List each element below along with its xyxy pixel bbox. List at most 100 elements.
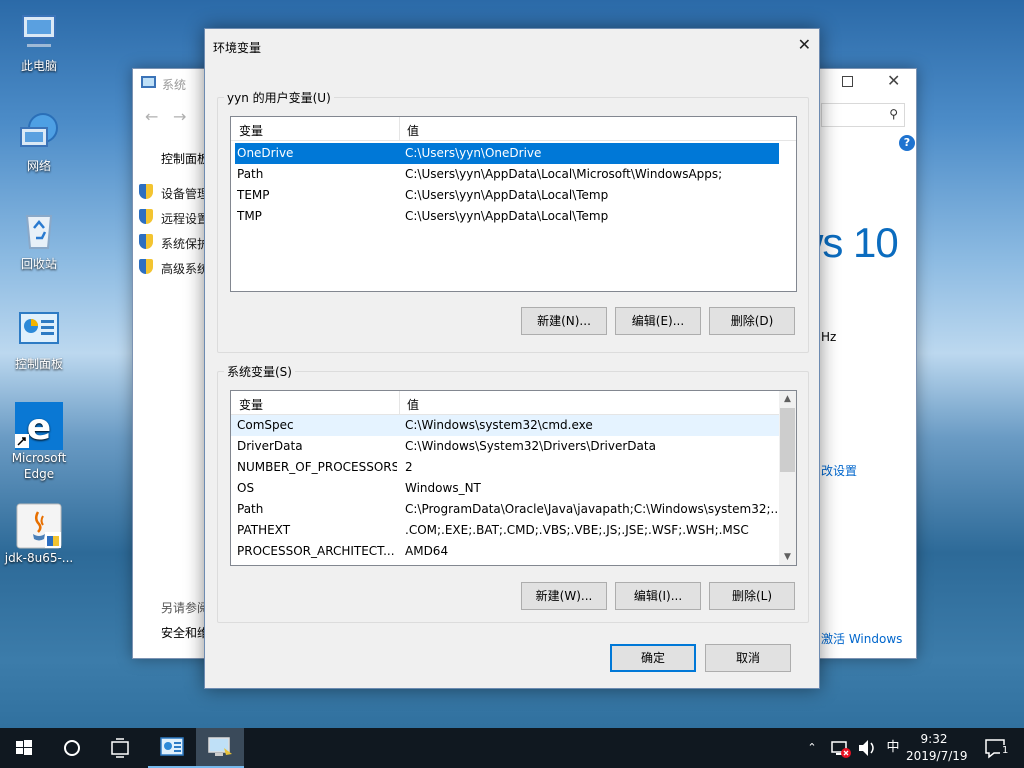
environment-variables-dialog: 环境变量 ✕ yyn 的用户变量(U) 变量 值 OneDrive C:\Use… [204, 28, 820, 689]
system-properties-icon [208, 737, 232, 756]
activate-windows-link[interactable]: 激活 Windows [821, 630, 902, 647]
system-new-button[interactable]: 新建(W)... [521, 582, 607, 610]
task-view-icon [111, 738, 129, 758]
variable-name: OS [237, 481, 255, 495]
column-separator [399, 391, 400, 415]
system-search-box[interactable]: ⚲ [821, 103, 905, 127]
ok-button[interactable]: 确定 [610, 644, 696, 672]
scroll-up-icon[interactable]: ▲ [779, 394, 796, 404]
see-also-label: 另请参阅 [161, 601, 210, 615]
user-edit-button[interactable]: 编辑(E)... [615, 307, 701, 335]
control-panel-icon [160, 737, 184, 756]
forward-arrow-icon[interactable]: → [173, 107, 186, 126]
column-header-variable[interactable]: 变量 [239, 122, 263, 139]
input-method-button[interactable]: 中 [880, 728, 906, 768]
start-button[interactable] [0, 728, 48, 768]
user-delete-button[interactable]: 删除(D) [709, 307, 795, 335]
network-disconnected-icon [831, 741, 851, 758]
user-variable-row[interactable]: TEMP C:\Users\yyn\AppData\Local\Temp [231, 185, 796, 206]
close-icon[interactable]: ✕ [887, 71, 900, 90]
system-edit-button[interactable]: 编辑(I)... [615, 582, 701, 610]
control-panel-icon [17, 308, 61, 352]
sidebar-link-remote-settings[interactable]: 远程设置 [161, 210, 209, 227]
back-arrow-icon[interactable]: ← [145, 107, 158, 126]
svg-text:e: e [27, 407, 51, 448]
vertical-scrollbar[interactable]: ▲ ▼ [779, 391, 796, 565]
taskbar-app-control-panel[interactable] [148, 728, 196, 768]
variable-name: Path [237, 502, 264, 516]
user-variables-label: yyn 的用户变量(U) [224, 89, 334, 106]
column-separator [399, 117, 400, 141]
clock-time: 9:32 [920, 732, 948, 746]
network-icon [17, 110, 61, 154]
user-variables-list[interactable]: 变量 值 OneDrive C:\Users\yyn\OneDrive Path… [230, 116, 797, 292]
scroll-down-icon[interactable]: ▼ [779, 552, 796, 562]
help-icon[interactable]: ? [899, 135, 915, 151]
java-installer-icon [15, 502, 63, 550]
variable-name: NUMBER_OF_PROCESSORS [237, 460, 397, 474]
dialog-title: 环境变量 [213, 41, 262, 55]
notification-count-badge: 1 [1000, 745, 1011, 756]
variable-value: AMD64 [405, 544, 449, 558]
desktop-icon-jdk-installer[interactable]: jdk-8u65-... [4, 502, 74, 566]
nav-header-control-panel[interactable]: 控制面板 [161, 150, 209, 167]
desktop-icon-network[interactable]: 网络 [4, 110, 74, 174]
list-header: 变量 值 [231, 391, 779, 415]
system-variable-row[interactable]: OS Windows_NT [231, 478, 796, 499]
desktop-icon-recycle-bin[interactable]: 回收站 [4, 208, 74, 272]
variable-name: TMP [237, 209, 262, 223]
task-view-button[interactable] [96, 728, 144, 768]
system-variable-row[interactable]: PATHEXT .COM;.EXE;.BAT;.CMD;.VBS;.VBE;.J… [231, 520, 796, 541]
variable-value: 2 [405, 460, 413, 474]
variable-name: DriverData [237, 439, 303, 453]
variable-value: C:\ProgramData\Oracle\Java\javapath;C:\W… [405, 502, 782, 516]
system-variable-row[interactable]: ComSpec C:\Windows\system32\cmd.exe [231, 415, 779, 436]
action-center-button[interactable]: 1 [976, 728, 1016, 768]
sidebar-link-system-protection[interactable]: 系统保护 [161, 235, 209, 252]
column-header-variable[interactable]: 变量 [239, 396, 263, 413]
system-variable-row[interactable]: DriverData C:\Windows\System32\Drivers\D… [231, 436, 796, 457]
clock-date: 2019/7/19 [906, 749, 968, 763]
system-variables-list[interactable]: 变量 值 ComSpec C:\Windows\system32\cmd.exe… [230, 390, 797, 566]
clock[interactable]: 9:32 2019/7/19 [906, 728, 968, 768]
edge-icon: e [15, 402, 63, 450]
system-variable-row[interactable]: NUMBER_OF_PROCESSORS 2 [231, 457, 796, 478]
taskbar-app-system-properties[interactable] [196, 728, 244, 768]
system-delete-button[interactable]: 删除(L) [709, 582, 795, 610]
change-settings-link[interactable]: 改设置 [821, 462, 857, 479]
variable-name: ComSpec [237, 418, 294, 432]
list-header: 变量 值 [231, 117, 796, 141]
variable-name: PATHEXT [237, 523, 291, 537]
user-variable-row-selected[interactable]: OneDrive C:\Users\yyn\OneDrive [235, 143, 779, 164]
system-variable-row[interactable]: Path C:\ProgramData\Oracle\Java\javapath… [231, 499, 796, 520]
desktop-icon-label: 网络 [26, 159, 51, 173]
sidebar-link-device-manager[interactable]: 设备管理 [161, 185, 209, 202]
network-status-button[interactable] [826, 728, 854, 768]
desktop-icon-edge[interactable]: e Microsoft Edge [4, 402, 74, 482]
column-header-value[interactable]: 值 [407, 122, 419, 139]
user-variable-row[interactable]: Path C:\Users\yyn\AppData\Local\Microsof… [231, 164, 796, 185]
search-icon: ⚲ [889, 107, 898, 121]
system-variable-row[interactable]: PROCESSOR_ARCHITECT... AMD64 [231, 541, 796, 562]
user-variable-row[interactable]: TMP C:\Users\yyn\AppData\Local\Temp [231, 206, 796, 227]
taskbar: ⌃ 中 9:32 2019/7/19 1 [0, 728, 1024, 768]
variable-value: Windows_NT [405, 481, 481, 495]
desktop-icon-control-panel[interactable]: 控制面板 [4, 308, 74, 372]
desktop-icon-label: 回收站 [20, 257, 57, 271]
cancel-button[interactable]: 取消 [705, 644, 791, 672]
user-new-button[interactable]: 新建(N)... [521, 307, 607, 335]
variable-value: C:\Users\yyn\AppData\Local\Temp [405, 188, 609, 202]
recycle-bin-icon [17, 208, 61, 252]
shield-icon [139, 234, 153, 249]
sidebar-link-advanced-settings[interactable]: 高级系统 [161, 260, 209, 277]
show-hidden-icons-button[interactable]: ⌃ [800, 728, 824, 768]
volume-icon [859, 740, 874, 756]
dialog-close-icon[interactable]: ✕ [798, 35, 811, 54]
variable-name: TEMP [237, 188, 270, 202]
volume-button[interactable] [854, 728, 880, 768]
cortana-search-button[interactable] [48, 728, 96, 768]
column-header-value[interactable]: 值 [407, 396, 419, 413]
maximize-icon[interactable] [842, 76, 853, 87]
desktop-icon-this-pc[interactable]: 此电脑 [4, 10, 74, 74]
scrollbar-thumb[interactable] [780, 408, 795, 472]
